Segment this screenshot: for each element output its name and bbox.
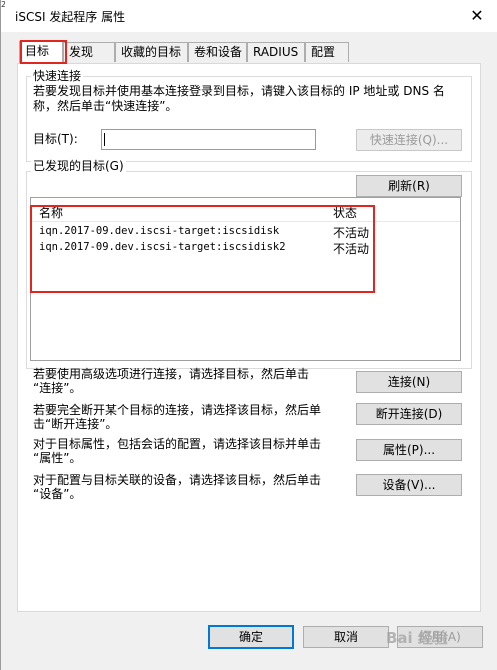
tab-targets[interactable]: 目标 — [19, 41, 63, 64]
cancel-button[interactable]: 取消 — [303, 626, 389, 648]
quick-connect-group-label: 快速连接 — [31, 67, 84, 84]
background-window-edge: 2 — [1, 0, 5, 22]
disconnect-description-line2: 击“断开连接”。 — [33, 417, 118, 431]
tab-label: RADIUS — [253, 45, 299, 59]
tab-label: 配置 — [311, 45, 336, 59]
table-row[interactable]: iqn.2017-09.dev.iscsi-target:iscsidisk2 … — [32, 240, 460, 256]
text-caret — [104, 133, 105, 146]
target-status: 不活动 — [333, 242, 370, 256]
discovered-targets-list[interactable]: 名称 状态 iqn.2017-09.dev.iscsi-target:iscsi… — [30, 197, 461, 361]
tab-volumes-devices[interactable]: 卷和设备 — [188, 42, 247, 62]
properties-button[interactable]: 属性(P)... — [356, 439, 462, 461]
discovered-targets-group-label: 已发现的目标(G) — [31, 157, 126, 174]
target-status: 不活动 — [333, 226, 370, 240]
tab-favorite-targets[interactable]: 收藏的目标 — [115, 42, 188, 62]
disconnect-description-line1: 若要完全断开某个目标的连接，请选择该目标，然后单 — [33, 403, 322, 417]
quick-connect-button[interactable]: 快速连接(Q)... — [356, 129, 462, 151]
close-icon[interactable]: ✕ — [467, 5, 487, 25]
properties-description-line2: “属性”。 — [33, 451, 82, 465]
quick-connect-description-line1: 若要发现目标并使用基本连接登录到目标，请键入该目标的 IP 地址或 DNS 名 — [33, 84, 445, 98]
tab-label: 发现 — [69, 45, 94, 59]
column-header-name[interactable]: 名称 — [39, 204, 63, 221]
connect-button[interactable]: 连接(N) — [356, 371, 462, 393]
quick-connect-description-line2: 称，然后单击“快速连接”。 — [33, 99, 178, 113]
connect-description-line1: 若要使用高级选项进行连接，请选择目标，然后单击 — [33, 367, 310, 381]
target-field-label: 目标(T): — [33, 132, 78, 146]
table-row[interactable]: iqn.2017-09.dev.iscsi-target:iscsidisk 不… — [32, 224, 460, 240]
column-header-status[interactable]: 状态 — [333, 204, 357, 221]
tab-configuration[interactable]: 配置 — [305, 42, 349, 62]
targets-tab-panel: 快速连接 若要发现目标并使用基本连接登录到目标，请键入该目标的 IP 地址或 D… — [17, 63, 481, 612]
target-name: iqn.2017-09.dev.iscsi-target:iscsidisk2 — [39, 241, 286, 253]
devices-description-line1: 对于配置与目标关联的设备，请选择该目标，然后单击 — [33, 473, 322, 487]
ok-button[interactable]: 确定 — [208, 625, 294, 649]
iscsi-properties-dialog: iSCSI 发起程序 属性 ✕ 2 目标 发现 收藏的目标 卷和设备 RADIU… — [0, 0, 497, 670]
title-bar: iSCSI 发起程序 属性 ✕ — [1, 0, 497, 32]
target-name: iqn.2017-09.dev.iscsi-target:iscsidisk — [39, 225, 280, 237]
devices-button[interactable]: 设备(V)... — [356, 474, 462, 496]
tab-radius[interactable]: RADIUS — [247, 42, 305, 62]
tab-label: 目标 — [25, 44, 50, 58]
edge-text: 2 — [1, 0, 5, 9]
refresh-button[interactable]: 刷新(R) — [356, 175, 462, 197]
tab-label: 卷和设备 — [194, 45, 243, 59]
tab-discovery[interactable]: 发现 — [63, 42, 115, 62]
connect-description-line2: “连接”。 — [33, 381, 82, 395]
disconnect-button[interactable]: 断开连接(D) — [356, 403, 462, 425]
header-divider — [32, 221, 460, 222]
properties-description-line1: 对于目标属性，包括会话的配置，请选择该目标并单击 — [33, 437, 322, 451]
devices-description-line2: “设备”。 — [33, 487, 82, 501]
window-title: iSCSI 发起程序 属性 — [15, 10, 126, 24]
tab-label: 收藏的目标 — [121, 45, 182, 59]
target-input[interactable] — [101, 129, 316, 150]
apply-button[interactable]: 应用(A) — [397, 626, 483, 648]
